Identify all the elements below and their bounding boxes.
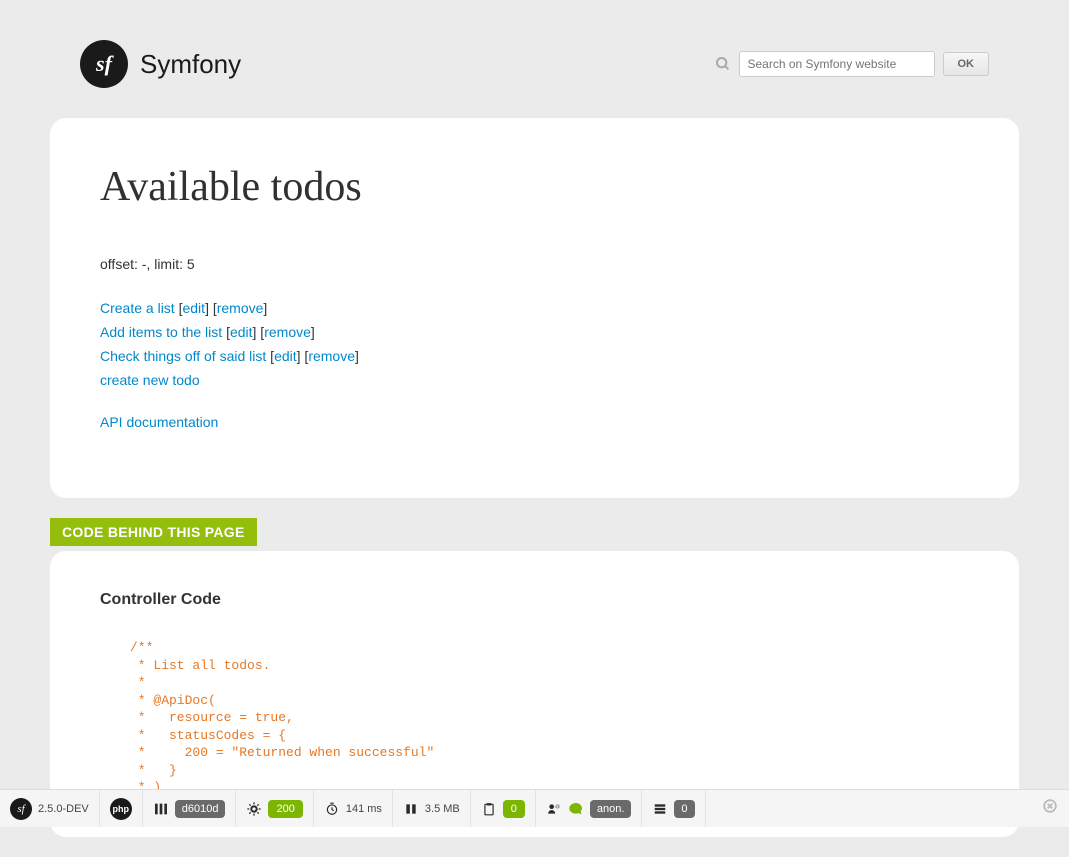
remove-link[interactable]: remove [308, 348, 355, 364]
list-item: create new todo [100, 372, 969, 388]
tb-status[interactable]: 200 [236, 790, 313, 827]
php-icon: php [110, 798, 132, 820]
tb-db[interactable]: 0 [642, 790, 705, 827]
user-icon: @ [546, 801, 562, 817]
svg-text:@: @ [555, 803, 560, 808]
create-new-link[interactable]: create new todo [100, 372, 200, 388]
list-item: Create a list [edit] [remove] [100, 300, 969, 316]
pagination-info: offset: -, limit: 5 [100, 256, 969, 272]
page-title: Available todos [100, 163, 969, 211]
debug-toolbar: sf 2.5.0-DEV php d6010d 200 141 ms 3.5 M… [0, 789, 1069, 827]
db-icon [652, 801, 668, 817]
main-card: Available todos offset: -, limit: 5 Crea… [50, 118, 1019, 498]
symfony-icon: sf [80, 40, 128, 88]
tb-user[interactable]: @ anon. [536, 790, 643, 827]
search-icon [715, 56, 731, 72]
tb-version[interactable]: sf 2.5.0-DEV [0, 790, 100, 827]
todo-link[interactable]: Check things off of said list [100, 348, 266, 364]
clipboard-icon [481, 801, 497, 817]
route-icon [153, 801, 169, 817]
logo-text: Symfony [140, 49, 241, 80]
list-item: Add items to the list [edit] [remove] [100, 324, 969, 340]
edit-link[interactable]: edit [230, 324, 253, 340]
clock-icon [324, 801, 340, 817]
memory-icon [403, 801, 419, 817]
api-doc-link[interactable]: API documentation [100, 414, 218, 430]
code-section-label: CODE BEHIND THIS PAGE [50, 518, 257, 546]
todo-link[interactable]: Create a list [100, 300, 175, 316]
close-toolbar-icon[interactable] [1031, 799, 1069, 818]
symfony-small-icon: sf [10, 798, 32, 820]
search-area: OK [715, 51, 990, 77]
ok-button[interactable]: OK [943, 52, 990, 76]
search-input[interactable] [739, 51, 935, 77]
tb-time[interactable]: 141 ms [314, 790, 393, 827]
edit-link[interactable]: edit [182, 300, 205, 316]
tb-route[interactable]: d6010d [143, 790, 237, 827]
controller-code: /** * List all todos. * * @ApiDoc( * res… [100, 639, 969, 797]
tb-memory[interactable]: 3.5 MB [393, 790, 471, 827]
edit-link[interactable]: edit [274, 348, 297, 364]
tb-forms[interactable]: 0 [471, 790, 536, 827]
code-heading: Controller Code [100, 591, 969, 609]
list-item: API documentation [100, 414, 969, 430]
remove-link[interactable]: remove [217, 300, 264, 316]
tb-php[interactable]: php [100, 790, 143, 827]
symfony-logo[interactable]: sf Symfony [80, 40, 241, 88]
todo-link[interactable]: Add items to the list [100, 324, 222, 340]
remove-link[interactable]: remove [264, 324, 311, 340]
speech-icon [568, 801, 584, 817]
gear-icon [246, 801, 262, 817]
list-item: Check things off of said list [edit] [re… [100, 348, 969, 364]
